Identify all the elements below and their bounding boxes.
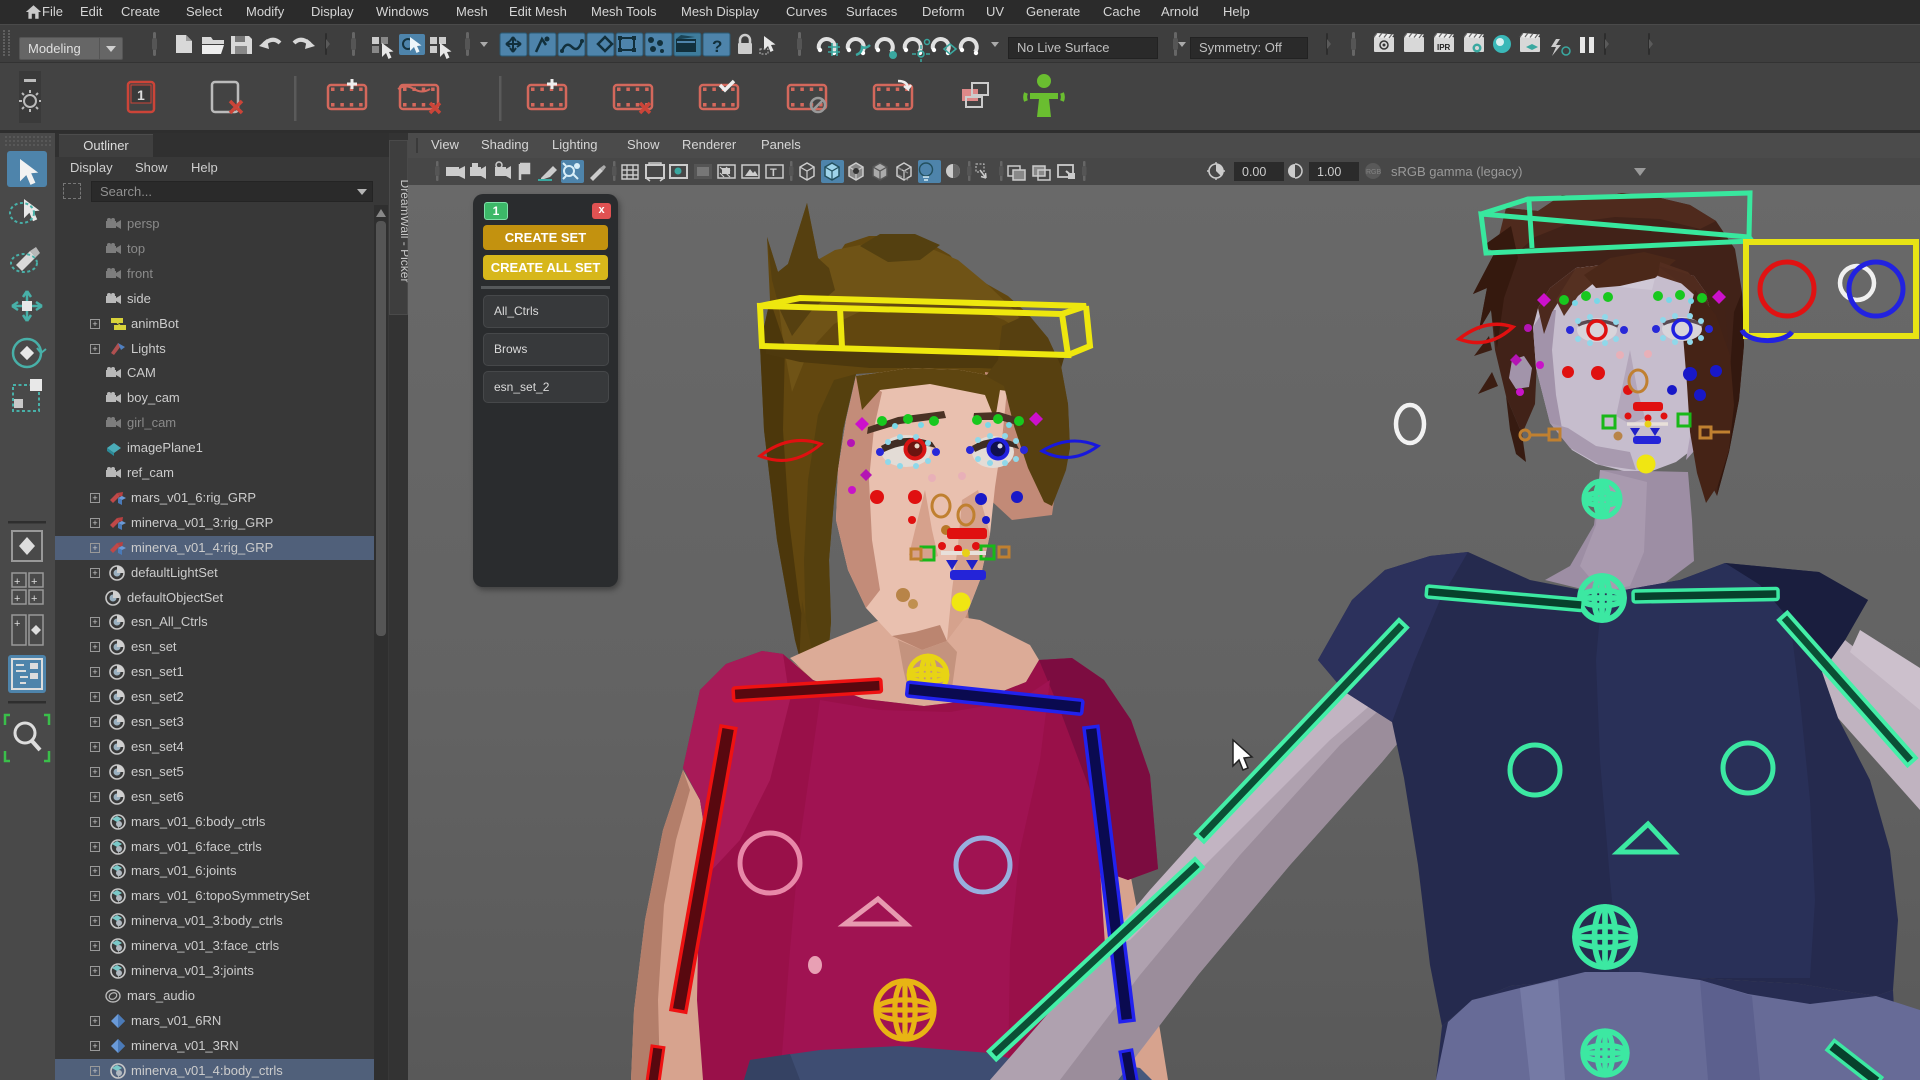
svg-text:T: T [770,167,777,179]
svg-text:+: + [31,576,37,588]
svg-text:+: + [31,593,37,605]
svg-text:+: + [14,618,20,630]
svg-text:IPR: IPR [1437,43,1451,52]
svg-text:+: + [14,576,20,588]
svg-text:1: 1 [137,87,145,103]
svg-text:sRGB gamma (legacy): sRGB gamma (legacy) [1391,164,1522,179]
svg-text:+: + [14,593,20,605]
svg-text:RGB: RGB [1366,169,1382,176]
svg-text:0.00: 0.00 [1242,165,1266,179]
svg-text:?: ? [712,37,722,56]
svg-text:1.00: 1.00 [1317,165,1341,179]
